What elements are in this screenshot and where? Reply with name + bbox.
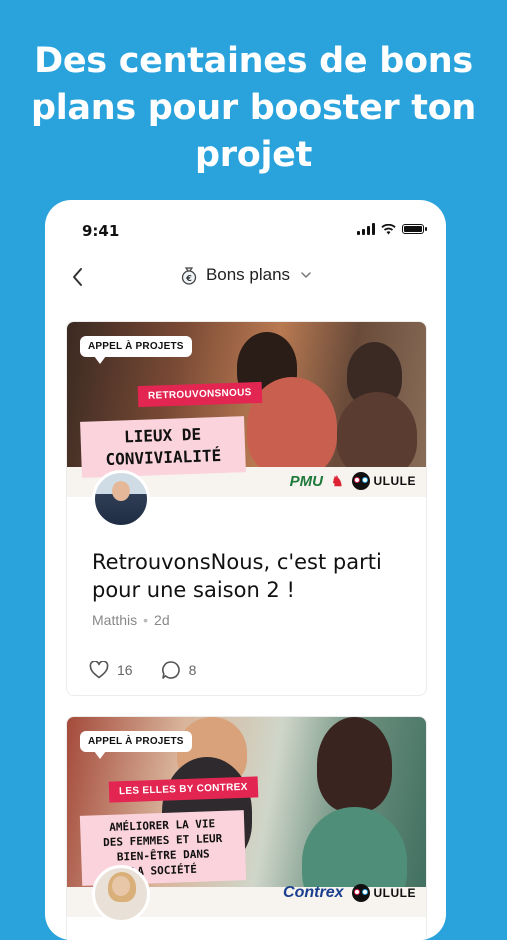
comment-button[interactable]: 8 (161, 660, 197, 680)
badge-appel-projets: APPEL À PROJETS (80, 336, 192, 364)
badge-appel-projets: APPEL À PROJETS (80, 731, 192, 759)
wifi-icon (381, 223, 396, 234)
navbar: € Bons plans (45, 260, 446, 294)
post-age: 2d (154, 612, 170, 628)
headline: Des centaines de bons plans pour booster… (30, 41, 477, 175)
status-icons (357, 223, 427, 235)
signal-icon (357, 223, 375, 235)
post-author[interactable]: Matthis (92, 612, 137, 628)
status-time: 9:41 (82, 222, 120, 240)
money-bag-icon: € (181, 267, 197, 285)
comment-count: 8 (188, 662, 197, 678)
post-card[interactable]: APPEL À PROJETS RETROUVONSNOUS LIEUX DE … (66, 321, 427, 696)
avatar[interactable] (92, 865, 150, 923)
post-meta: Matthis • 2d (92, 612, 170, 628)
section-selector[interactable]: € Bons plans (45, 265, 446, 285)
horse-icon: ♞ (330, 472, 344, 489)
post-actions: 16 8 (89, 660, 196, 680)
battery-icon (402, 224, 427, 234)
pmu-logo: PMU (289, 472, 323, 490)
partner-logos: Contrex ULULE (283, 884, 416, 902)
phone-screen: 9:41 € Bons plans APPEL À PROJETS RETROU… (45, 200, 446, 940)
svg-text:€: € (185, 274, 192, 283)
chevron-down-icon (301, 272, 311, 279)
ulule-logo: ULULE (351, 884, 417, 902)
status-bar: 9:41 (82, 222, 427, 240)
ulule-logo: ULULE (351, 472, 417, 490)
post-card[interactable]: APPEL À PROJETS LES ELLES BY CONTREX AMÉ… (66, 716, 427, 940)
heart-icon (89, 661, 109, 679)
banner-text: LIEUX DE CONVIVIALITÉ (80, 416, 246, 478)
partner-logos: PMU ♞ ULULE (290, 472, 416, 490)
nav-title: Bons plans (205, 265, 291, 284)
like-count: 16 (117, 662, 133, 678)
ulule-icon (351, 472, 370, 490)
contrex-logo: Contrex (283, 884, 344, 901)
post-title[interactable]: RetrouvonsNous, c'est parti pour une sai… (92, 548, 406, 604)
ulule-icon (351, 884, 370, 902)
post-tag: RETROUVONSNOUS (137, 381, 262, 408)
comment-icon (161, 661, 180, 679)
avatar[interactable] (92, 470, 150, 528)
like-button[interactable]: 16 (89, 661, 133, 679)
